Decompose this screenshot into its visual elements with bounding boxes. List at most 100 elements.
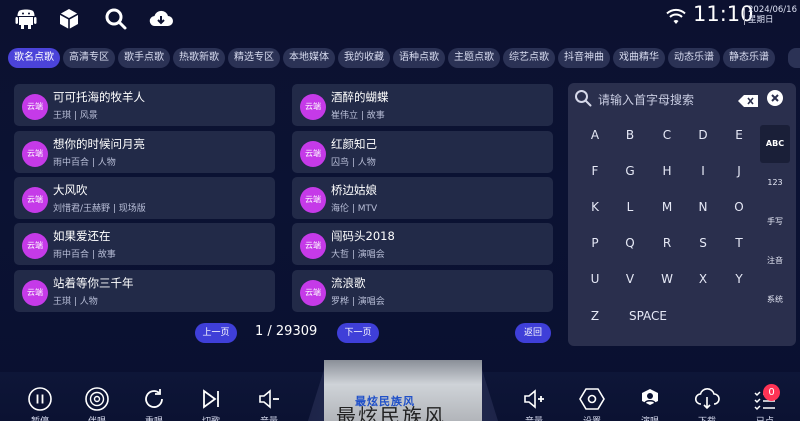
queue-label: 已点	[745, 414, 785, 421]
key-k[interactable]: K	[583, 200, 607, 214]
song-meta: 王琪 | 风景	[53, 111, 98, 121]
tab-hot-new[interactable]: 热歌新歌	[173, 48, 225, 68]
cloud-badge: 云端	[22, 141, 48, 167]
search-icon[interactable]	[104, 7, 128, 31]
key-g[interactable]: G	[618, 164, 642, 178]
key-y[interactable]: Y	[727, 272, 751, 286]
weekday-text: 星期日	[748, 15, 774, 25]
tab-singer[interactable]: 歌手点歌	[118, 48, 170, 68]
tab-variety[interactable]: 综艺点歌	[503, 48, 555, 68]
key-h[interactable]: H	[655, 164, 679, 178]
backspace-icon[interactable]	[738, 92, 758, 107]
search-input[interactable]: 请输入首字母搜索	[598, 91, 694, 108]
cube-icon[interactable]	[57, 7, 81, 31]
key-a[interactable]: A	[583, 128, 607, 142]
input-mode-column: ABC 123 手写 注音 系统	[760, 125, 790, 321]
key-d[interactable]: D	[691, 128, 715, 142]
cloud-badge: 云端	[22, 94, 48, 120]
prev-page-button[interactable]: 上一页	[195, 323, 237, 343]
tab-language[interactable]: 语种点歌	[393, 48, 445, 68]
cloud-badge: 云端	[22, 187, 48, 213]
song-card[interactable]: 云端 桥边姑娘 海伦 | MTV	[292, 177, 553, 219]
song-card[interactable]: 云端 想你的时候问月亮 雨中百合 | 人物	[14, 131, 275, 173]
tab-featured[interactable]: 精选专区	[228, 48, 280, 68]
song-card[interactable]: 云端 大风吹 刘惜君/王赫野 | 现场版	[14, 177, 275, 219]
song-meta: 崔伟立 | 故事	[331, 111, 385, 121]
song-card[interactable]: 云端 酒醉的蝴蝶 崔伟立 | 故事	[292, 84, 553, 126]
song-card[interactable]: 云端 红颜知己 囚鸟 | 人物	[292, 131, 553, 173]
cloud-badge: 云端	[300, 141, 326, 167]
cloud-badge: 云端	[300, 233, 326, 259]
next-page-button[interactable]: 下一页	[337, 323, 379, 343]
key-o[interactable]: O	[727, 200, 751, 214]
mode-abc[interactable]: ABC	[760, 125, 790, 163]
key-q[interactable]: Q	[618, 236, 642, 250]
key-r[interactable]: R	[655, 236, 679, 250]
song-title: 流浪歌	[331, 276, 366, 290]
key-p[interactable]: P	[583, 236, 607, 250]
volume-down-icon[interactable]	[256, 386, 282, 412]
key-l[interactable]: L	[618, 200, 642, 214]
tab-song-name[interactable]: 歌名点歌	[8, 48, 60, 68]
tab-douyin[interactable]: 抖音神曲	[558, 48, 610, 68]
mode-zhuyin[interactable]: 注音	[760, 242, 790, 280]
settings-icon[interactable]	[579, 386, 605, 412]
song-title: 酒醉的蝴蝶	[331, 90, 389, 104]
download-icon[interactable]	[694, 386, 720, 412]
mode-handwriting[interactable]: 手写	[760, 203, 790, 241]
key-s[interactable]: S	[691, 236, 715, 250]
key-b[interactable]: B	[618, 128, 642, 142]
cloud-download-icon[interactable]	[149, 7, 173, 31]
key-space[interactable]: SPACE	[623, 309, 673, 323]
tab-favorites[interactable]: 我的收藏	[338, 48, 390, 68]
back-button[interactable]: 返回	[515, 323, 551, 343]
mode-123[interactable]: 123	[760, 164, 790, 202]
key-u[interactable]: U	[583, 272, 607, 286]
key-m[interactable]: M	[655, 200, 679, 214]
song-card[interactable]: 云端 流浪歌 罗桦 | 演唱会	[292, 270, 553, 312]
key-i[interactable]: I	[691, 164, 715, 178]
key-j[interactable]: J	[727, 164, 751, 178]
clock-divider	[744, 7, 745, 25]
clear-icon[interactable]	[767, 90, 783, 106]
accompany-icon[interactable]	[84, 386, 110, 412]
key-x[interactable]: X	[691, 272, 715, 286]
song-card[interactable]: 云端 可可托海的牧羊人 王琪 | 风景	[14, 84, 275, 126]
key-z[interactable]: Z	[583, 309, 607, 323]
key-f[interactable]: F	[583, 164, 607, 178]
replay-icon[interactable]	[141, 386, 167, 412]
tab-dynamic-score[interactable]: 动态乐谱	[668, 48, 720, 68]
key-e[interactable]: E	[727, 128, 751, 142]
top-bar: 11:10 2024/06/16 星期日	[0, 0, 800, 42]
pause-icon[interactable]	[27, 386, 53, 412]
tab-hd[interactable]: 高清专区	[63, 48, 115, 68]
song-meta: 雨中百合 | 人物	[53, 158, 116, 168]
search-keyboard-panel: 请输入首字母搜索 A B C D E F G H I J K L M N O P…	[568, 83, 796, 346]
next-icon[interactable]	[198, 386, 224, 412]
mode-system[interactable]: 系统	[760, 281, 790, 319]
tab-local-media[interactable]: 本地媒体	[283, 48, 335, 68]
download-label: 下载	[687, 414, 727, 421]
date-text: 2024/06/16	[748, 5, 797, 15]
key-v[interactable]: V	[618, 272, 642, 286]
android-icon[interactable]	[14, 7, 38, 31]
volume-down-label: 音量	[249, 414, 289, 421]
song-card[interactable]: 云端 闯码头2018 大哲 | 演唱会	[292, 223, 553, 265]
wifi-icon	[666, 8, 686, 26]
category-tabs: 歌名点歌 高清专区 歌手点歌 热歌新歌 精选专区 本地媒体 我的收藏 语种点歌 …	[8, 48, 800, 68]
key-w[interactable]: W	[655, 272, 679, 286]
tabs-scroll-handle[interactable]	[788, 48, 800, 68]
key-n[interactable]: N	[691, 200, 715, 214]
song-title: 红颜知己	[331, 137, 377, 151]
song-card[interactable]: 云端 站着等你三千年 王琪 | 人物	[14, 270, 275, 312]
key-c[interactable]: C	[655, 128, 679, 142]
volume-up-icon[interactable]	[521, 386, 547, 412]
tab-opera[interactable]: 戏曲精华	[613, 48, 665, 68]
accompany-label: 伴唱	[77, 414, 117, 421]
song-card[interactable]: 云端 如果爱还在 雨中百合 | 故事	[14, 223, 275, 265]
singer-label: 演唱	[630, 414, 670, 421]
tab-theme[interactable]: 主题点歌	[448, 48, 500, 68]
tab-static-score[interactable]: 静态乐谱	[723, 48, 775, 68]
singer-icon[interactable]	[637, 386, 663, 412]
key-t[interactable]: T	[727, 236, 751, 250]
